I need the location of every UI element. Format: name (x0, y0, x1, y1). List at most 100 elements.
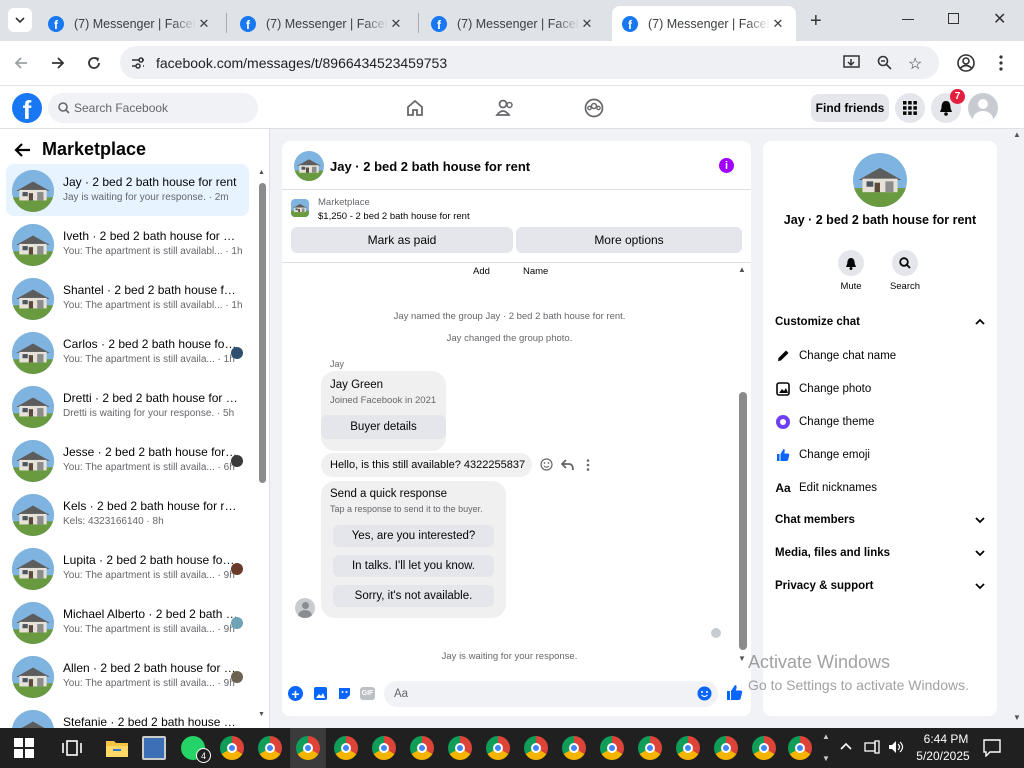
close-tab-icon[interactable]: ✕ (579, 16, 595, 32)
chat-scrollbar-track[interactable]: ▲ ▼ (737, 265, 749, 665)
change-emoji-item[interactable]: Change emoji (775, 447, 870, 463)
listing-price[interactable]: $1,250 - 2 bed 2 bath house for rent (318, 211, 470, 222)
chrome-taskbar-icon[interactable] (410, 736, 434, 760)
reply-icon[interactable] (561, 459, 574, 471)
browser-tab[interactable]: f (7) Messenger | Facebook ✕ (38, 6, 222, 41)
mute-button[interactable] (838, 250, 864, 276)
emoji-icon[interactable] (697, 686, 712, 701)
message-input[interactable]: Aa (384, 681, 718, 707)
chat-title[interactable]: Jay · 2 bed 2 bath house for rent (330, 159, 530, 174)
change-photo-item[interactable]: Change photo (775, 381, 871, 397)
chat-header-avatar[interactable] (294, 151, 324, 181)
chrome-taskbar-icon[interactable] (676, 736, 700, 760)
customize-chat-section[interactable]: Customize chat (775, 316, 985, 328)
chrome-taskbar-icon[interactable] (714, 736, 738, 760)
tab-search-button[interactable] (8, 8, 32, 32)
quick-response-button[interactable]: Yes, are you interested? (333, 525, 494, 547)
listing-thumbnail[interactable] (291, 199, 309, 217)
network-icon[interactable] (864, 740, 880, 754)
change-chat-name-item[interactable]: Change chat name (775, 348, 896, 364)
chrome-taskbar-icon[interactable] (220, 736, 244, 760)
forward-arrow-icon[interactable] (50, 55, 66, 71)
sticker-icon[interactable] (337, 686, 352, 701)
browser-tab-active[interactable]: f (7) Messenger | Facebook ✕ (612, 6, 796, 41)
app-icon[interactable] (142, 736, 166, 760)
close-tab-icon[interactable]: ✕ (388, 16, 404, 32)
conversation-item[interactable]: Lupita · 2 bed 2 bath house for rent You:… (6, 542, 249, 594)
new-tab-button[interactable]: + (810, 10, 822, 33)
conversation-item[interactable]: Dretti · 2 bed 2 bath house for rent Dret… (6, 380, 249, 432)
chat-scrollbar-thumb[interactable] (739, 392, 747, 650)
list-scrollbar-track[interactable]: ▲ ▼ (257, 169, 267, 722)
url-field[interactable]: facebook.com/messages/t/8966434523459753… (120, 46, 939, 79)
find-friends-button[interactable]: Find friends (811, 94, 889, 122)
privacy-support-section[interactable]: Privacy & support (775, 580, 985, 592)
search-chat-button[interactable] (892, 250, 918, 276)
groups-icon[interactable] (584, 98, 604, 118)
media-files-links-section[interactable]: Media, files and links (775, 547, 985, 559)
chrome-taskbar-icon[interactable] (788, 736, 812, 760)
conversation-item[interactable]: Jay · 2 bed 2 bath house for rent Jay is … (6, 164, 249, 216)
menu-grid-button[interactable] (895, 93, 925, 123)
restore-button[interactable] (948, 13, 959, 24)
chrome-taskbar-icon[interactable] (562, 736, 586, 760)
add-label[interactable]: Add (473, 266, 490, 277)
back-arrow-icon[interactable] (13, 55, 29, 71)
close-window-button[interactable]: ✕ (993, 9, 1006, 29)
chrome-taskbar-icon[interactable] (334, 736, 358, 760)
site-settings-icon[interactable] (130, 55, 146, 71)
page-scroll-down-arrow[interactable]: ▼ (1013, 713, 1021, 722)
page-scroll-up-arrow[interactable]: ▲ (1013, 130, 1021, 139)
group-avatar[interactable] (853, 153, 907, 207)
quick-response-button[interactable]: In talks. I'll let you know. (333, 555, 494, 577)
clock-date[interactable]: 5/20/2025 (912, 749, 974, 763)
chrome-taskbar-icon[interactable] (600, 736, 624, 760)
back-arrow-icon[interactable] (14, 142, 32, 158)
show-hidden-icons-chevron-icon[interactable] (840, 742, 852, 750)
bookmark-star-icon[interactable]: ☆ (908, 54, 922, 74)
thumbs-up-icon[interactable] (726, 684, 743, 701)
message-bubble[interactable]: Hello, is this still available? 43222558… (321, 453, 532, 477)
conversation-item[interactable]: Shantel · 2 bed 2 bath house for rent You… (6, 272, 249, 324)
chrome-taskbar-icon[interactable] (258, 736, 282, 760)
add-attachment-icon[interactable]: + (288, 686, 303, 701)
reload-icon[interactable] (86, 55, 102, 71)
quick-response-button[interactable]: Sorry, it's not available. (333, 585, 494, 607)
chrome-taskbar-icon[interactable] (752, 736, 776, 760)
browser-tab[interactable]: f (7) Messenger | Facebook ✕ (230, 6, 414, 41)
info-icon[interactable]: i (719, 158, 734, 173)
profile-icon[interactable] (957, 54, 975, 72)
friends-icon[interactable] (495, 98, 515, 118)
chrome-taskbar-icon[interactable] (486, 736, 510, 760)
windows-start-icon[interactable] (14, 738, 38, 762)
conversation-item[interactable]: Stefanie · 2 bed 2 bath house for rent (6, 704, 249, 728)
buyer-details-button[interactable]: Buyer details (321, 415, 446, 439)
chrome-taskbar-icon[interactable] (372, 736, 396, 760)
task-view-icon[interactable] (62, 738, 86, 762)
file-explorer-icon[interactable] (105, 737, 129, 761)
change-theme-item[interactable]: Change theme (775, 414, 874, 430)
clock-time[interactable]: 6:44 PM (918, 732, 974, 746)
chrome-taskbar-icon[interactable] (638, 736, 662, 760)
facebook-search-input[interactable]: Search Facebook (48, 93, 258, 123)
edit-nicknames-item[interactable]: Aa Edit nicknames (775, 480, 877, 496)
chrome-taskbar-icon[interactable] (448, 736, 472, 760)
gif-icon[interactable]: GIF (360, 687, 375, 700)
chrome-taskbar-icon[interactable] (296, 736, 320, 760)
react-emoji-icon[interactable] (540, 458, 553, 471)
install-app-icon[interactable] (843, 55, 861, 71)
mark-as-paid-button[interactable]: Mark as paid (291, 227, 513, 253)
browser-tab[interactable]: f (7) Messenger | Facebook ✕ (421, 6, 605, 41)
list-scrollbar-thumb[interactable] (259, 183, 266, 483)
zoom-icon[interactable] (877, 55, 893, 71)
more-icon[interactable] (586, 459, 590, 471)
conversation-item[interactable]: Iveth · 2 bed 2 bath house for rent You: … (6, 218, 249, 270)
chrome-taskbar-icon[interactable] (524, 736, 548, 760)
conversation-item[interactable]: Kels · 2 bed 2 bath house for rent Kels: … (6, 488, 249, 540)
taskbar-scroll-up[interactable]: ▲ (822, 732, 830, 741)
photo-icon[interactable] (313, 686, 328, 701)
conversation-item[interactable]: Jesse · 2 bed 2 bath house for rent You: … (6, 434, 249, 486)
conversation-item[interactable]: Carlos · 2 bed 2 bath house for rent You:… (6, 326, 249, 378)
conversation-item[interactable]: Michael Alberto · 2 bed 2 bath house for… (6, 596, 249, 648)
facebook-logo-icon[interactable]: f (12, 93, 42, 123)
